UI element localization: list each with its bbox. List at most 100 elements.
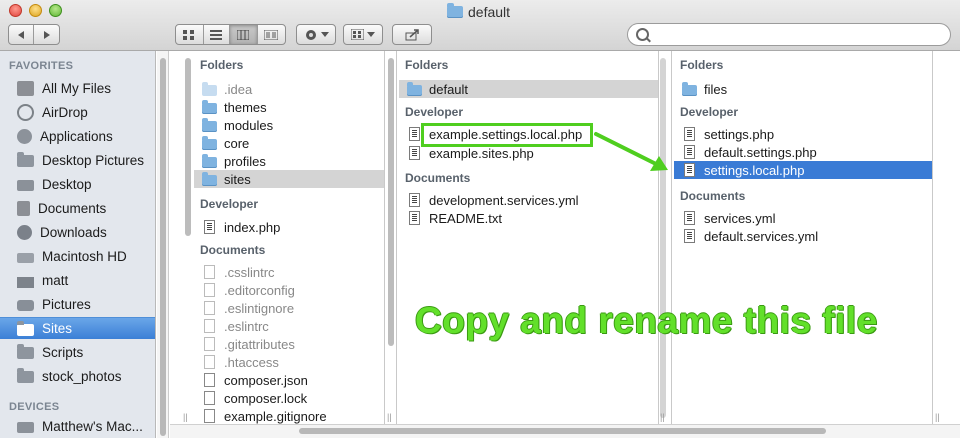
list-item[interactable]: .eslintignore bbox=[194, 299, 384, 317]
hard-drive-icon bbox=[17, 252, 34, 263]
list-item[interactable]: development.services.yml bbox=[399, 191, 658, 209]
window-title-text: default bbox=[468, 3, 511, 20]
yml-file-icon bbox=[684, 211, 695, 225]
list-item[interactable]: README.txt bbox=[399, 209, 658, 227]
list-item[interactable]: default.settings.php bbox=[674, 143, 932, 161]
list-item[interactable]: .csslintrc bbox=[194, 263, 384, 281]
sidebar-scroll-thumb[interactable] bbox=[160, 58, 166, 436]
column-3-scroll-thumb[interactable] bbox=[660, 58, 666, 418]
column-1-scroll-thumb[interactable] bbox=[185, 58, 191, 236]
item-label: development.services.yml bbox=[429, 192, 579, 208]
zoom-window-button[interactable] bbox=[49, 4, 62, 17]
sidebar-item-sites[interactable]: Sites bbox=[0, 317, 155, 339]
column-divider[interactable] bbox=[658, 51, 659, 438]
item-label: profiles bbox=[224, 153, 266, 169]
php-file-icon bbox=[684, 127, 695, 141]
folder-icon bbox=[682, 81, 697, 96]
file-icon bbox=[204, 355, 215, 369]
arrange-menu-button[interactable] bbox=[343, 24, 383, 45]
column-2-scroll-thumb[interactable] bbox=[388, 58, 394, 346]
sidebar-item-desktop-pictures[interactable]: Desktop Pictures bbox=[0, 149, 155, 171]
list-item[interactable]: files bbox=[674, 80, 932, 98]
list-item[interactable]: composer.lock bbox=[194, 389, 384, 407]
sidebar-item-macintosh-hd[interactable]: Macintosh HD bbox=[0, 245, 155, 267]
search-field[interactable] bbox=[627, 23, 951, 46]
horizontal-scroll-thumb[interactable] bbox=[299, 428, 826, 434]
list-item[interactable]: .idea bbox=[194, 80, 384, 98]
sidebar-item-label: matt bbox=[42, 272, 69, 288]
desktop-icon bbox=[17, 179, 34, 191]
list-item[interactable]: .htaccess bbox=[194, 353, 384, 371]
home-icon bbox=[17, 276, 34, 288]
sidebar-item-label: Sites bbox=[42, 321, 73, 336]
icon-view-button[interactable] bbox=[176, 25, 204, 44]
forward-button[interactable] bbox=[34, 25, 59, 44]
applications-icon bbox=[17, 128, 32, 144]
file-icon bbox=[204, 337, 215, 351]
list-item[interactable]: .eslintrc bbox=[194, 317, 384, 335]
list-item[interactable]: profiles bbox=[194, 152, 384, 170]
sidebar-item-desktop[interactable]: Desktop bbox=[0, 173, 155, 195]
share-button[interactable] bbox=[392, 24, 432, 45]
list-item[interactable]: example.gitignore bbox=[194, 407, 384, 425]
action-menu-button[interactable] bbox=[296, 24, 336, 45]
list-item-selected[interactable]: sites bbox=[194, 170, 384, 188]
sidebar-item-downloads[interactable]: Downloads bbox=[0, 221, 155, 243]
search-input[interactable] bbox=[652, 26, 946, 45]
chevron-down-icon bbox=[320, 31, 329, 37]
yml-file-icon bbox=[409, 193, 420, 207]
sidebar-item-documents[interactable]: Documents bbox=[0, 197, 155, 219]
folder-icon bbox=[407, 81, 422, 96]
list-view-button[interactable] bbox=[204, 25, 231, 44]
item-label: composer.lock bbox=[224, 390, 308, 406]
sidebar-item-label: Desktop Pictures bbox=[42, 152, 145, 168]
item-label: services.yml bbox=[704, 210, 776, 226]
item-label: core bbox=[224, 135, 250, 151]
column-divider[interactable] bbox=[384, 51, 385, 438]
list-item[interactable]: default.services.yml bbox=[674, 227, 932, 245]
file-icon bbox=[204, 319, 215, 333]
column-resize-grip[interactable]: || bbox=[660, 411, 667, 423]
minimize-window-button[interactable] bbox=[29, 4, 42, 17]
item-label: themes bbox=[224, 99, 267, 115]
file-icon bbox=[204, 265, 215, 279]
item-label: .htaccess bbox=[224, 354, 279, 370]
column-resize-grip[interactable]: || bbox=[387, 411, 394, 423]
back-button[interactable] bbox=[9, 25, 35, 44]
highlight-box bbox=[421, 123, 593, 147]
list-item[interactable]: .gitattributes bbox=[194, 335, 384, 353]
list-item[interactable]: composer.json bbox=[194, 371, 384, 389]
list-item[interactable]: themes bbox=[194, 98, 384, 116]
list-item[interactable]: index.php bbox=[194, 218, 384, 236]
column-resize-grip[interactable]: || bbox=[183, 411, 190, 423]
window-title: default bbox=[447, 2, 511, 20]
list-item[interactable]: settings.php bbox=[674, 125, 932, 143]
sidebar-item-matt[interactable]: matt bbox=[0, 269, 155, 291]
sidebar-item-stock-photos[interactable]: stock_photos bbox=[0, 365, 155, 387]
folder-icon bbox=[17, 344, 34, 359]
column-resize-grip[interactable]: || bbox=[935, 411, 942, 423]
sidebar-item-applications[interactable]: Applications bbox=[0, 125, 155, 147]
php-file-icon bbox=[684, 145, 695, 159]
cover-flow-view-button[interactable] bbox=[258, 25, 285, 44]
list-item-selected[interactable]: settings.local.php bbox=[674, 161, 932, 179]
column-view-button[interactable] bbox=[230, 25, 258, 44]
sidebar-item-label: Downloads bbox=[40, 224, 107, 240]
sidebar-item-all-my-files[interactable]: All My Files bbox=[0, 77, 155, 99]
item-label: index.php bbox=[224, 219, 281, 235]
sidebar-item-pictures[interactable]: Pictures bbox=[0, 293, 155, 315]
list-item[interactable]: core bbox=[194, 134, 384, 152]
sidebar-item-label: Desktop bbox=[42, 176, 92, 192]
sidebar-item-airdrop[interactable]: AirDrop bbox=[0, 101, 155, 123]
list-item[interactable]: services.yml bbox=[674, 209, 932, 227]
folder-icon bbox=[202, 117, 217, 132]
column-divider[interactable] bbox=[932, 51, 933, 438]
sidebar-item-matthews-mac[interactable]: Matthew's Mac... bbox=[0, 415, 155, 437]
folder-icon bbox=[447, 2, 463, 18]
sidebar: FAVORITES All My Files AirDrop Applicati… bbox=[0, 51, 156, 438]
list-item[interactable]: modules bbox=[194, 116, 384, 134]
list-item-selected[interactable]: default bbox=[399, 80, 658, 98]
sidebar-item-scripts[interactable]: Scripts bbox=[0, 341, 155, 363]
list-item[interactable]: .editorconfig bbox=[194, 281, 384, 299]
close-window-button[interactable] bbox=[9, 4, 22, 17]
